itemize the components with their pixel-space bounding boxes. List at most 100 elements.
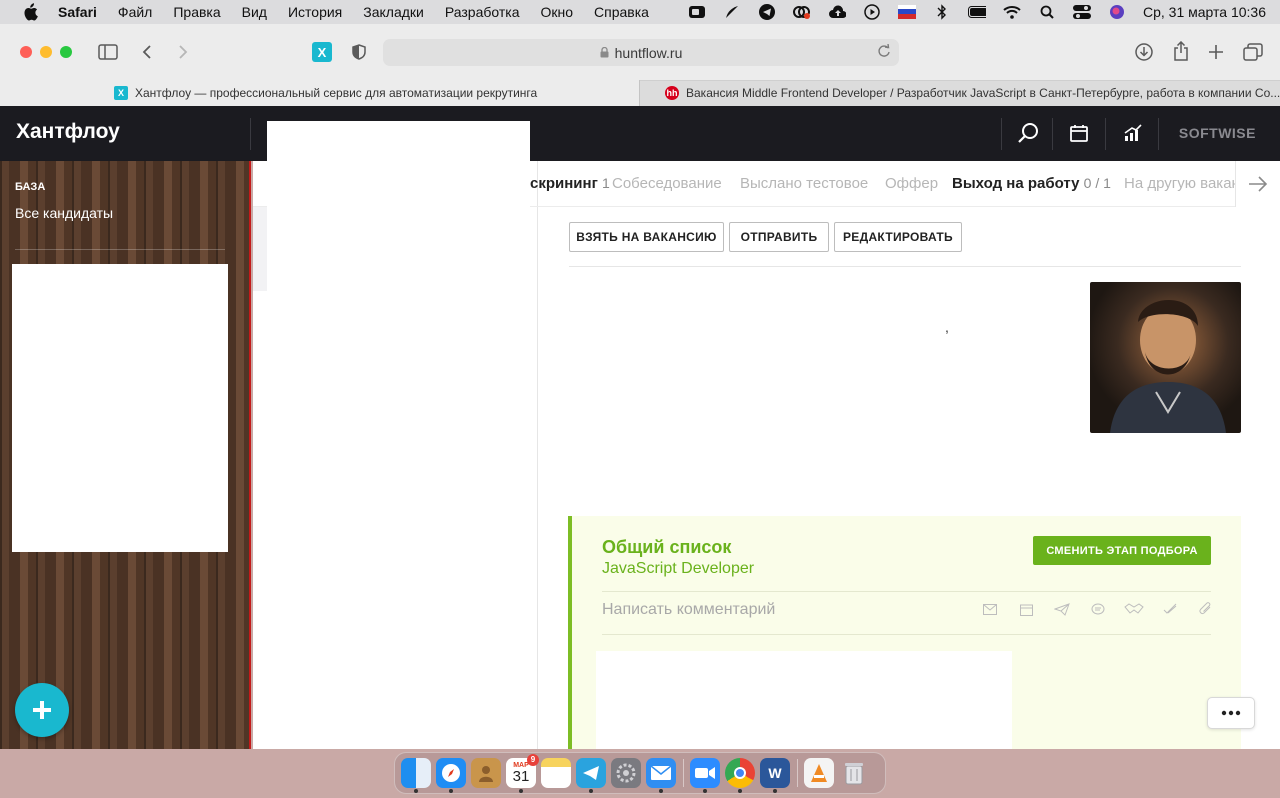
calendar-badge: 9 — [527, 754, 539, 766]
stage-offer[interactable]: Оффер — [885, 175, 938, 192]
play-tray-icon[interactable] — [863, 4, 881, 20]
menu-history[interactable]: История — [288, 4, 342, 20]
keyboard-layout-flag-icon[interactable] — [898, 4, 916, 20]
vacancy-list-card[interactable] — [12, 264, 228, 552]
tab-huntflow[interactable]: X Хантфлоу — профессиональный сервис для… — [0, 80, 639, 106]
support-chat-button[interactable] — [1207, 697, 1255, 729]
downloads-icon[interactable] — [1134, 42, 1154, 62]
system-preferences-dock-icon[interactable] — [611, 758, 641, 788]
dock-separator — [797, 759, 798, 787]
telegram-icon[interactable] — [1044, 601, 1080, 617]
chrome-dock-icon[interactable] — [725, 758, 755, 793]
comment-input[interactable]: Написать комментарий — [602, 601, 775, 619]
stage-interview[interactable]: Собеседование — [612, 175, 722, 192]
cloud-upload-tray-icon[interactable] — [828, 4, 846, 20]
company-name[interactable]: SOFTWISE — [1179, 125, 1256, 141]
telegram-tray-icon[interactable] — [758, 4, 776, 20]
contacts-dock-icon[interactable] — [471, 758, 501, 788]
word-dock-icon[interactable]: W — [760, 758, 790, 793]
add-button[interactable] — [15, 683, 69, 737]
sidebar-toggle-icon[interactable] — [97, 43, 119, 61]
downloads-stack-dock-icon[interactable] — [804, 758, 834, 788]
calendar-dock-icon[interactable]: МАР 31 9 — [506, 754, 539, 793]
mail-dock-icon[interactable] — [646, 758, 676, 793]
chat-icon[interactable] — [1080, 601, 1116, 617]
comment-toolbar — [972, 601, 1224, 617]
spotlight-search-icon[interactable] — [1038, 4, 1056, 20]
macos-dock: МАР 31 9 W — [394, 752, 886, 794]
privacy-shield-icon[interactable] — [350, 43, 368, 61]
menu-window[interactable]: Окно — [540, 4, 573, 20]
checkmark-icon[interactable] — [1152, 601, 1188, 617]
creative-cloud-tray-icon[interactable] — [793, 4, 811, 20]
comment-history-card — [596, 651, 1012, 749]
menu-file[interactable]: Файл — [118, 4, 152, 20]
menubar-clock[interactable]: Ср, 31 марта 10:36 — [1143, 4, 1266, 20]
tab-hh-vacancy[interactable]: hh Вакансия Middle Frontend Developer / … — [640, 80, 1280, 106]
siri-icon[interactable] — [1108, 4, 1126, 20]
sidebar-section-title: БАЗА — [15, 181, 46, 193]
share-icon[interactable] — [1171, 41, 1191, 61]
stage-other-vacancy[interactable]: На другую вакан — [1124, 175, 1240, 192]
header-divider — [1001, 118, 1002, 150]
trash-dock-icon[interactable] — [839, 758, 869, 788]
window-minimize-button[interactable] — [40, 46, 52, 58]
menu-develop[interactable]: Разработка — [445, 4, 520, 20]
vacancy-link[interactable]: JavaScript Developer — [602, 560, 754, 578]
take-to-vacancy-button[interactable]: ВЗЯТЬ НА ВАКАНСИЮ — [569, 222, 724, 252]
attachment-icon[interactable] — [1188, 601, 1224, 617]
window-zoom-button[interactable] — [60, 46, 72, 58]
safari-dock-icon[interactable] — [436, 758, 466, 793]
menu-bookmarks[interactable]: Закладки — [363, 4, 424, 20]
bluetooth-icon[interactable] — [933, 4, 951, 20]
stage-hired[interactable]: Выход на работу 0 / 1 — [952, 175, 1111, 192]
control-center-icon[interactable] — [1073, 4, 1091, 20]
forward-icon[interactable] — [176, 43, 190, 61]
menu-app-name[interactable]: Safari — [58, 4, 97, 20]
telegram-dock-icon[interactable] — [576, 758, 606, 793]
candidate-info-text: , — [945, 319, 949, 335]
handshake-icon[interactable] — [1116, 601, 1152, 617]
email-icon[interactable] — [972, 601, 1008, 617]
send-button[interactable]: ОТПРАВИТЬ — [729, 222, 829, 252]
header-divider — [1052, 118, 1053, 150]
edit-button[interactable]: РЕДАКТИРОВАТЬ — [834, 222, 962, 252]
huntflow-logo[interactable]: Хантфлоу — [16, 120, 120, 144]
address-bar[interactable]: huntflow.ru — [383, 39, 899, 66]
window-close-button[interactable] — [20, 46, 32, 58]
battery-icon[interactable] — [968, 4, 986, 20]
menu-view[interactable]: Вид — [242, 4, 267, 20]
back-icon[interactable] — [140, 43, 154, 61]
menu-edit[interactable]: Правка — [173, 4, 220, 20]
huntflow-extension-icon[interactable]: X — [312, 42, 332, 62]
finder-dock-icon[interactable] — [401, 758, 431, 793]
wifi-icon[interactable] — [1003, 4, 1021, 20]
divider — [569, 266, 1241, 267]
change-stage-button[interactable]: СМЕНИТЬ ЭТАП ПОДБОРА — [1033, 536, 1211, 565]
stage-screening[interactable]: скрининг 1 — [530, 175, 610, 192]
search-results-panel[interactable] — [267, 121, 530, 749]
dock-separator — [683, 759, 684, 787]
tab-overview-icon[interactable] — [1242, 42, 1264, 62]
header-divider — [1158, 118, 1159, 150]
feather-tray-icon[interactable] — [723, 4, 741, 20]
reload-icon[interactable] — [877, 43, 891, 61]
menu-help[interactable]: Справка — [594, 4, 649, 20]
tab-title: Хантфлоу — профессиональный сервис для а… — [135, 86, 538, 100]
calendar-icon[interactable] — [1066, 120, 1092, 146]
analytics-icon[interactable] — [1120, 120, 1146, 146]
header-divider — [250, 118, 251, 150]
calendar-icon[interactable] — [1008, 601, 1044, 617]
apple-menu-icon[interactable] — [22, 3, 38, 21]
stage-test-sent[interactable]: Выслано тестовое — [740, 175, 868, 192]
search-icon[interactable] — [1015, 120, 1041, 146]
sidebar-item-all-candidates[interactable]: Все кандидаты — [15, 205, 113, 221]
zoom-dock-icon[interactable] — [690, 758, 720, 793]
lock-icon — [600, 45, 609, 61]
stages-next-button[interactable] — [1235, 161, 1280, 207]
zoom-tray-icon[interactable] — [688, 4, 706, 20]
notes-dock-icon[interactable] — [541, 758, 571, 788]
candidate-photo[interactable] — [1090, 282, 1241, 433]
divider — [602, 634, 1211, 635]
new-tab-icon[interactable] — [1206, 42, 1226, 62]
